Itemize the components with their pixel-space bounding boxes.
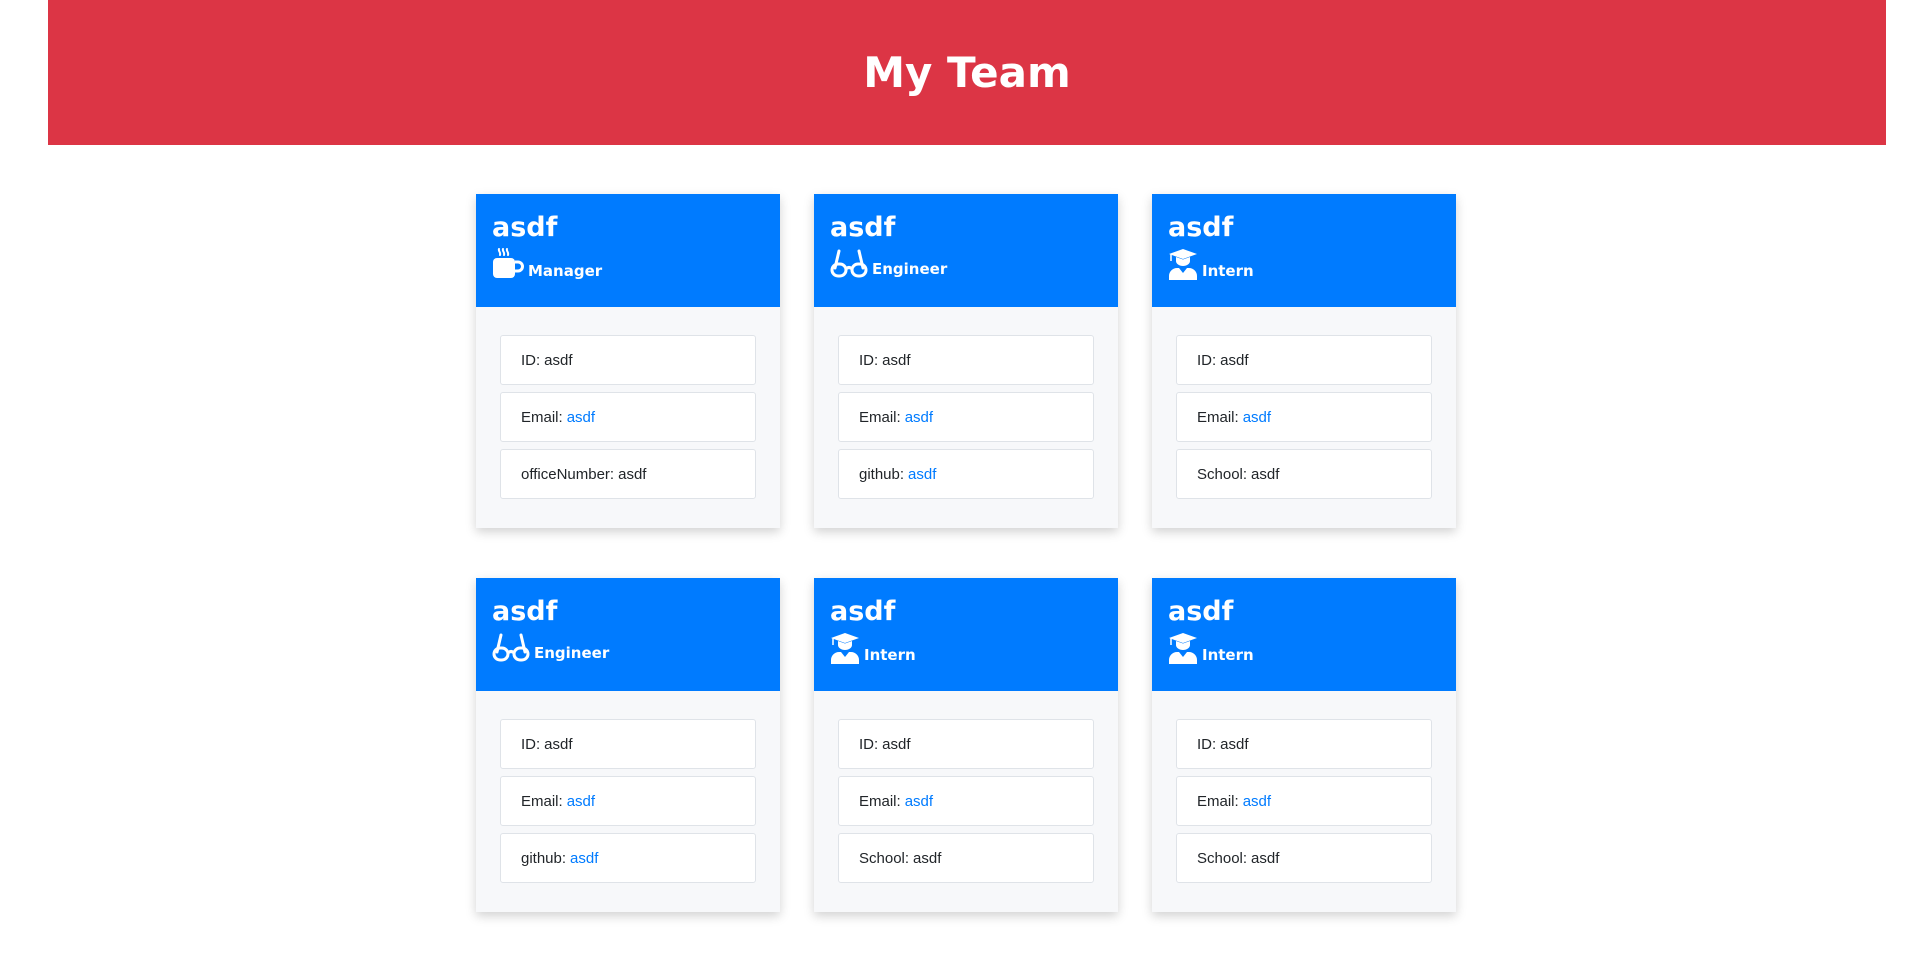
github-item: github: asdf — [500, 833, 756, 883]
employee-name: asdf — [1168, 212, 1234, 243]
office-number-item: officeNumber: asdf — [500, 449, 756, 499]
id-label: ID: — [859, 735, 879, 753]
employee-name: asdf — [492, 596, 558, 627]
email-label: Email: — [859, 408, 901, 426]
role-label: Intern — [1202, 262, 1254, 280]
email-item: Email: asdf — [1176, 776, 1432, 826]
employee-name: asdf — [492, 212, 558, 243]
id-item: ID: asdf — [838, 719, 1094, 769]
employee-name: asdf — [1168, 596, 1234, 627]
glasses-icon — [830, 248, 868, 278]
email-link[interactable]: asdf — [567, 793, 595, 810]
email-link[interactable]: asdf — [905, 409, 933, 426]
school-label: School: — [1197, 849, 1248, 867]
github-label: github: — [521, 849, 567, 867]
employee-card: asdf Manager ID: asdf Email: asdf office… — [476, 194, 780, 528]
id-item: ID: asdf — [500, 335, 756, 385]
email-label: Email: — [521, 408, 563, 426]
email-item: Email: asdf — [500, 392, 756, 442]
github-link[interactable]: asdf — [570, 850, 598, 867]
card-header: asdf Intern — [1152, 194, 1456, 307]
page-header: My Team — [48, 0, 1886, 145]
school-value: asdf — [1251, 465, 1280, 483]
card-body: ID: asdf Email: asdf School: asdf — [1152, 307, 1456, 506]
id-label: ID: — [521, 351, 541, 369]
card-header: asdf Intern — [814, 578, 1118, 691]
role-label: Intern — [864, 646, 916, 664]
id-item: ID: asdf — [1176, 719, 1432, 769]
id-value: asdf — [544, 735, 573, 753]
email-item: Email: asdf — [838, 392, 1094, 442]
github-link[interactable]: asdf — [908, 466, 936, 483]
employee-role: Engineer — [492, 632, 764, 662]
id-value: asdf — [1220, 735, 1249, 753]
id-label: ID: — [1197, 351, 1217, 369]
role-label: Engineer — [534, 644, 610, 662]
office-number-label: officeNumber: — [521, 465, 615, 483]
graduate-icon — [1168, 632, 1198, 664]
employee-role: Intern — [1168, 248, 1440, 280]
id-value: asdf — [882, 351, 911, 369]
card-body: ID: asdf Email: asdf officeNumber: asdf — [476, 307, 780, 506]
card-body: ID: asdf Email: asdf github: asdf — [814, 307, 1118, 506]
employee-name: asdf — [830, 596, 896, 627]
school-label: School: — [859, 849, 910, 867]
graduate-icon — [830, 632, 860, 664]
employee-role: Intern — [830, 632, 1102, 664]
email-label: Email: — [859, 792, 901, 810]
email-link[interactable]: asdf — [1243, 793, 1271, 810]
employee-card: asdf Engineer ID: asdf Email: asdf githu… — [814, 194, 1118, 528]
card-body: ID: asdf Email: asdf github: asdf — [476, 691, 780, 890]
employee-role: Manager — [492, 248, 764, 280]
id-item: ID: asdf — [500, 719, 756, 769]
id-item: ID: asdf — [838, 335, 1094, 385]
id-value: asdf — [882, 735, 911, 753]
email-item: Email: asdf — [500, 776, 756, 826]
school-label: School: — [1197, 465, 1248, 483]
school-item: School: asdf — [1176, 449, 1432, 499]
id-label: ID: — [859, 351, 879, 369]
coffee-mug-icon — [492, 248, 524, 280]
school-value: asdf — [1251, 849, 1280, 867]
github-item: github: asdf — [838, 449, 1094, 499]
email-link[interactable]: asdf — [905, 793, 933, 810]
github-label: github: — [859, 465, 905, 483]
role-label: Engineer — [872, 260, 948, 278]
id-label: ID: — [521, 735, 541, 753]
glasses-icon — [492, 632, 530, 662]
role-label: Intern — [1202, 646, 1254, 664]
card-header: asdf Intern — [1152, 578, 1456, 691]
id-label: ID: — [1197, 735, 1217, 753]
email-item: Email: asdf — [838, 776, 1094, 826]
school-item: School: asdf — [838, 833, 1094, 883]
email-link[interactable]: asdf — [567, 409, 595, 426]
employee-card: asdf Intern ID: asdf Email: asdf School:… — [1152, 578, 1456, 912]
email-link[interactable]: asdf — [1243, 409, 1271, 426]
card-body: ID: asdf Email: asdf School: asdf — [814, 691, 1118, 890]
card-header: asdf Manager — [476, 194, 780, 307]
card-header: asdf Engineer — [476, 578, 780, 691]
employee-card: asdf Intern ID: asdf Email: asdf School:… — [1152, 194, 1456, 528]
card-body: ID: asdf Email: asdf School: asdf — [1152, 691, 1456, 890]
email-label: Email: — [1197, 408, 1239, 426]
email-item: Email: asdf — [1176, 392, 1432, 442]
office-number-value: asdf — [618, 465, 647, 483]
card-header: asdf Engineer — [814, 194, 1118, 307]
school-item: School: asdf — [1176, 833, 1432, 883]
email-label: Email: — [521, 792, 563, 810]
page-title: My Team — [863, 48, 1071, 97]
team-grid: asdf Manager ID: asdf Email: asdf office… — [476, 194, 1456, 912]
id-item: ID: asdf — [1176, 335, 1432, 385]
employee-card: asdf Engineer ID: asdf Email: asdf githu… — [476, 578, 780, 912]
graduate-icon — [1168, 248, 1198, 280]
employee-name: asdf — [830, 212, 896, 243]
role-label: Manager — [528, 262, 603, 280]
school-value: asdf — [913, 849, 942, 867]
employee-role: Engineer — [830, 248, 1102, 278]
email-label: Email: — [1197, 792, 1239, 810]
employee-card: asdf Intern ID: asdf Email: asdf School:… — [814, 578, 1118, 912]
id-value: asdf — [544, 351, 573, 369]
employee-role: Intern — [1168, 632, 1440, 664]
id-value: asdf — [1220, 351, 1249, 369]
